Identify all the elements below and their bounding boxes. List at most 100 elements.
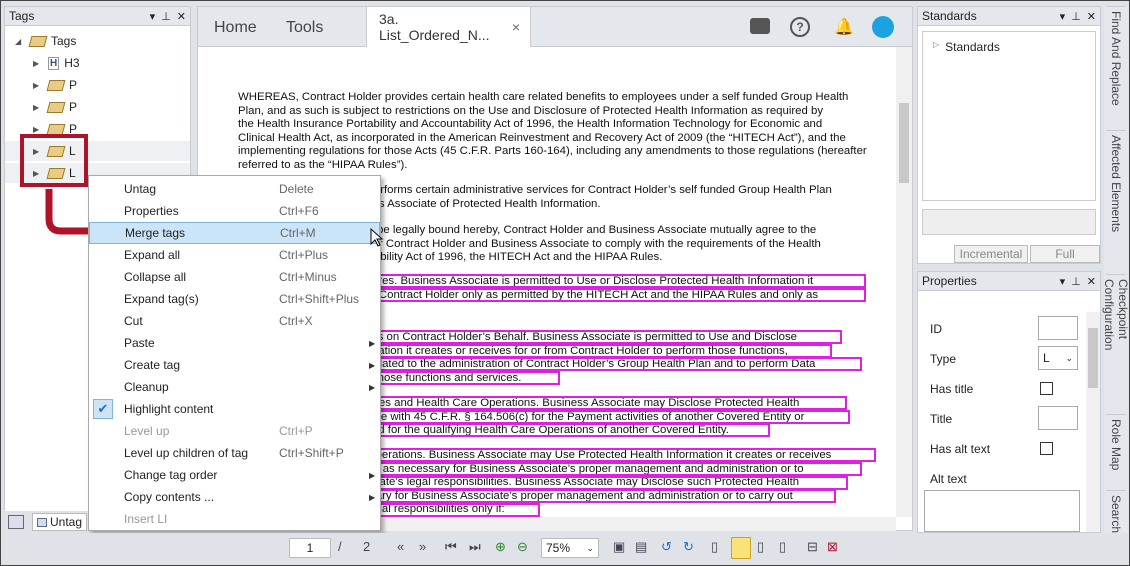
collapsed-icon[interactable]: ▶: [33, 125, 43, 134]
panel-icon[interactable]: [8, 515, 24, 529]
menu-item-untag[interactable]: Untag Delete: [89, 178, 380, 200]
menu-label: Expand tag(s): [124, 292, 199, 306]
menu-item-create-tag[interactable]: Create tag ▶: [89, 354, 380, 376]
close-tab-icon[interactable]: ×: [512, 19, 520, 35]
tree-node-label: P: [69, 78, 78, 92]
tab-checkpoint-configuration[interactable]: Checkpoint Configuration: [1102, 274, 1129, 412]
tab-untag[interactable]: Untag: [32, 513, 88, 531]
tree-root[interactable]: ◢ Tags: [15, 31, 76, 51]
collapsed-icon[interactable]: ▶: [33, 103, 43, 112]
has-alt-label: Has alt text: [930, 442, 991, 456]
zoom-in-icon[interactable]: ⊕: [495, 539, 506, 555]
collapsed-icon[interactable]: ▷: [933, 40, 939, 54]
menu-item-cleanup[interactable]: Cleanup ▶: [89, 376, 380, 398]
dropdown-icon[interactable]: ▾: [150, 10, 156, 23]
menu-label: Properties: [124, 204, 179, 218]
menu-label: Untag: [124, 182, 157, 196]
highlight-box: [342, 410, 850, 424]
tab-role-map[interactable]: Role Map: [1106, 414, 1126, 488]
expanded-icon[interactable]: ◢: [15, 37, 25, 46]
menu-item-merge-tags[interactable]: Merge tags Ctrl+M: [89, 222, 380, 244]
menu-item-paste[interactable]: Paste ▶: [89, 332, 380, 354]
properties-scrollbar[interactable]: [1086, 312, 1100, 532]
page-total: 2: [363, 539, 371, 554]
scroll-thumb[interactable]: [899, 103, 909, 183]
dropdown-icon[interactable]: ▾: [1060, 275, 1066, 288]
avatar[interactable]: [872, 16, 894, 38]
tree-node-p[interactable]: ▶ P: [33, 97, 77, 117]
standards-root[interactable]: ▷ Standards: [923, 32, 1095, 62]
menu-item-collapse-all[interactable]: Collapse all Ctrl+Minus: [89, 266, 380, 288]
prev-page-icon[interactable]: «: [397, 539, 404, 554]
single-page-icon[interactable]: ▯: [711, 539, 718, 555]
last-page-icon[interactable]: ⏭: [469, 539, 481, 555]
menu-item-cut[interactable]: Cut Ctrl+X: [89, 310, 380, 332]
fit-page-icon[interactable]: ▣: [613, 539, 625, 555]
menu-item-properties[interactable]: Properties Ctrl+F6: [89, 200, 380, 222]
menu-label: Change tag order: [124, 468, 218, 482]
comment-icon[interactable]: [750, 18, 770, 34]
pin-icon[interactable]: ⊥: [161, 10, 171, 23]
bell-icon[interactable]: 🔔: [834, 17, 854, 37]
type-select[interactable]: L ⌄: [1038, 346, 1078, 370]
close-icon[interactable]: ✕: [177, 10, 186, 23]
incremental-button[interactable]: Incremental: [954, 245, 1028, 263]
tab-search[interactable]: Search: [1106, 490, 1126, 534]
menu-item-copy-contents[interactable]: Copy contents ... ▶: [89, 486, 380, 508]
split-horizontal-icon[interactable]: ⊟: [807, 539, 818, 555]
tree-node-p[interactable]: ▶ P: [33, 75, 77, 95]
continuous-page-icon[interactable]: [731, 537, 751, 559]
tree-node-h3[interactable]: ▶ H H3: [33, 53, 80, 73]
menu-item-expand-all[interactable]: Expand all Ctrl+Plus: [89, 244, 380, 266]
rotate-right-icon[interactable]: ↻: [683, 539, 694, 555]
full-button[interactable]: Full: [1030, 245, 1100, 263]
rotate-left-icon[interactable]: ↺: [661, 539, 672, 555]
tag-icon: [46, 101, 66, 113]
tab-affected-elements[interactable]: Affected Elements: [1106, 130, 1126, 272]
alt-text-input[interactable]: [924, 490, 1080, 532]
document-tab[interactable]: 3a. List_Ordered_N... ×: [366, 7, 531, 47]
submenu-arrow-icon: ▶: [369, 338, 376, 348]
menu-shortcut: Ctrl+X: [279, 314, 313, 328]
standards-root-label: Standards: [945, 40, 1000, 54]
highlight-box: [342, 344, 832, 358]
pin-icon[interactable]: ⊥: [1071, 10, 1081, 23]
close-icon[interactable]: ✕: [1087, 275, 1096, 288]
bottom-toolbar: 1 / 2 « » ⏮ ⏭ ⊕ ⊖ 75% ⌄ ▣ ▤ ↺ ↻ ▯ ▯ ▯ ⊟ ⊠: [1, 533, 1129, 565]
page-separator: /: [338, 539, 342, 554]
vertical-scrollbar[interactable]: [896, 47, 912, 517]
two-page-continuous-icon[interactable]: ▯: [779, 539, 786, 555]
menu-item-level-up-children[interactable]: Level up children of tag Ctrl+Shift+P: [89, 442, 380, 464]
scroll-thumb[interactable]: [1088, 328, 1098, 388]
fit-width-icon[interactable]: ▤: [635, 539, 647, 555]
two-page-icon[interactable]: ▯: [757, 539, 764, 555]
has-title-label: Has title: [930, 382, 974, 396]
nav-home[interactable]: Home: [214, 19, 257, 37]
pin-icon[interactable]: ⊥: [1071, 275, 1081, 288]
zoom-out-icon[interactable]: ⊖: [517, 539, 528, 555]
has-alt-checkbox[interactable]: [1040, 442, 1053, 455]
split-vertical-icon[interactable]: ⊠: [827, 539, 838, 555]
tab-bar: Home Tools 3a. List_Ordered_N... × ? 🔔: [198, 7, 912, 47]
collapsed-icon[interactable]: ▶: [33, 81, 43, 90]
first-page-icon[interactable]: ⏮: [445, 539, 457, 555]
zoom-select[interactable]: 75% ⌄: [541, 538, 599, 558]
zoom-value: 75%: [546, 541, 571, 555]
collapsed-icon[interactable]: ▶: [33, 59, 43, 68]
help-icon[interactable]: ?: [790, 17, 810, 37]
id-input[interactable]: [1038, 316, 1078, 340]
title-input[interactable]: [1038, 406, 1078, 430]
next-page-icon[interactable]: »: [419, 539, 426, 554]
highlight-box: [342, 423, 770, 437]
submenu-arrow-icon: ▶: [369, 360, 376, 370]
menu-item-expand-tags[interactable]: Expand tag(s) Ctrl+Shift+Plus: [89, 288, 380, 310]
menu-item-highlight-content[interactable]: ✔ Highlight content: [89, 398, 380, 420]
menu-item-change-tag-order[interactable]: Change tag order ▶: [89, 464, 380, 486]
close-icon[interactable]: ✕: [1087, 10, 1096, 23]
dropdown-icon[interactable]: ▾: [1060, 10, 1066, 23]
highlight-box: [342, 489, 836, 503]
has-title-checkbox[interactable]: [1040, 382, 1053, 395]
page-input[interactable]: 1: [289, 538, 331, 558]
nav-tools[interactable]: Tools: [286, 19, 323, 37]
tab-find-and-replace[interactable]: Find And Replace: [1106, 6, 1126, 128]
